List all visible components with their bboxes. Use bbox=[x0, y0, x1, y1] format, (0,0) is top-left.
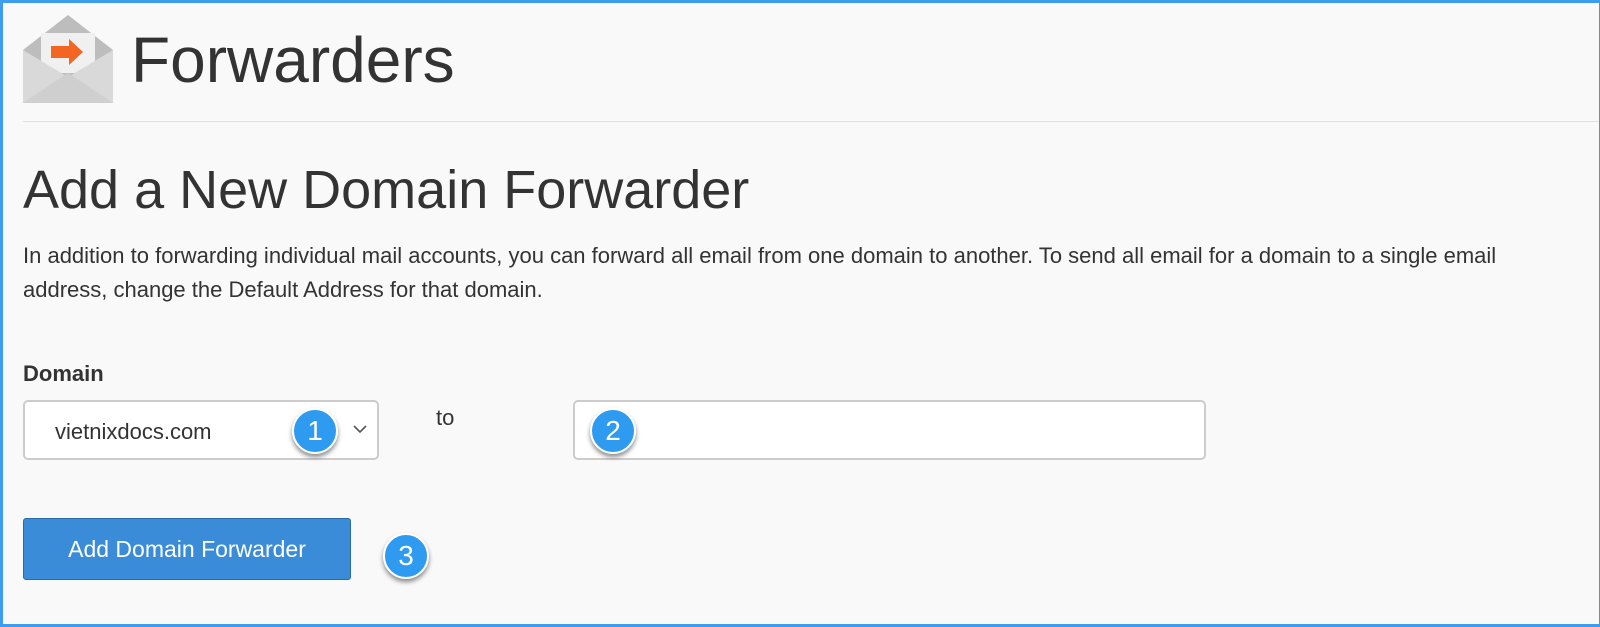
add-domain-forwarder-button[interactable]: Add Domain Forwarder bbox=[23, 518, 351, 580]
step-badge-3: 3 bbox=[383, 533, 429, 579]
screenshot-frame: Forwarders Add a New Domain Forwarder In… bbox=[0, 0, 1600, 627]
section-title: Add a New Domain Forwarder bbox=[23, 160, 750, 220]
header-divider bbox=[23, 121, 1599, 122]
step-badge-2: 2 bbox=[590, 408, 636, 454]
mail-forward-envelope-icon bbox=[23, 15, 113, 103]
domain-label: Domain bbox=[23, 361, 104, 386]
domain-select-value: vietnixdocs.com bbox=[55, 419, 212, 444]
step-badge-1: 1 bbox=[292, 408, 338, 454]
chevron-down-icon bbox=[353, 425, 367, 434]
to-label: to bbox=[436, 405, 455, 430]
page-header: Forwarders bbox=[23, 15, 455, 105]
page-title: Forwarders bbox=[131, 24, 455, 96]
section-description: In addition to forwarding individual mai… bbox=[23, 243, 1497, 302]
target-domain-input[interactable] bbox=[573, 400, 1206, 460]
